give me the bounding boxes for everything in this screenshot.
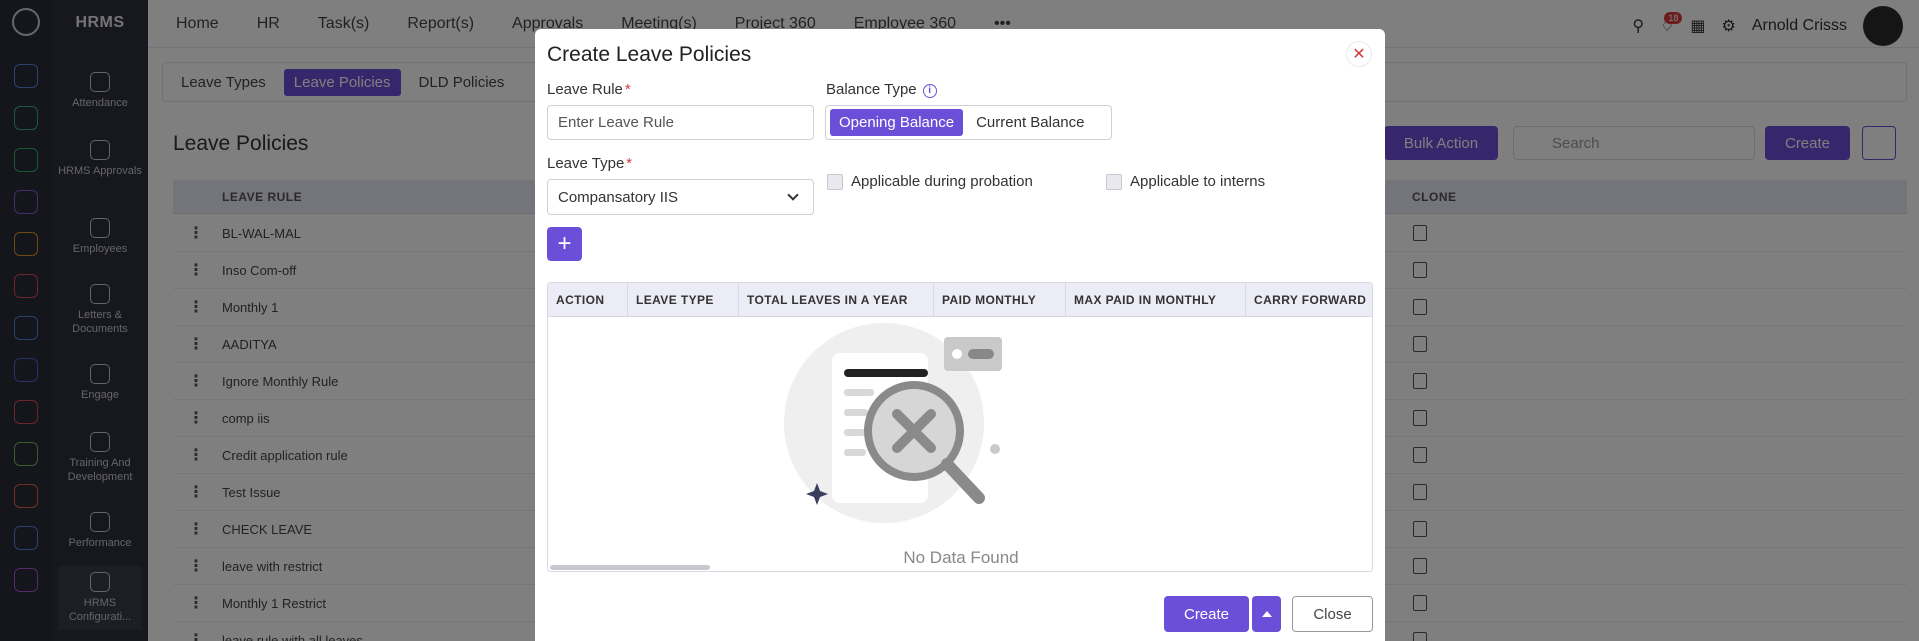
grid-col-carry-forward: CARRY FORWARD: [1254, 293, 1367, 307]
balance-type-label-text: Balance Type: [826, 81, 917, 98]
leave-type-label: Leave Type *: [547, 155, 632, 172]
interns-checkbox[interactable]: [1106, 173, 1122, 190]
balance-type-toggle: Opening Balance Current Balance: [825, 105, 1112, 140]
no-data-illustration-icon: [784, 323, 1002, 523]
leave-rule-label-text: Leave Rule: [547, 81, 623, 98]
leave-type-select[interactable]: Compansatory IIS: [547, 179, 814, 215]
close-button[interactable]: Close: [1292, 596, 1373, 632]
leave-rule-input[interactable]: [547, 105, 814, 140]
interns-checkbox-row[interactable]: Applicable to interns: [1106, 173, 1265, 190]
create-options-button[interactable]: [1252, 596, 1281, 632]
grid-col-max-paid: MAX PAID IN MONTHLY: [1066, 283, 1246, 317]
probation-checkbox[interactable]: [827, 173, 843, 190]
close-icon[interactable]: ✕: [1346, 41, 1372, 67]
policy-rules-grid: ACTION LEAVE TYPE TOTAL LEAVES IN A YEAR…: [547, 282, 1373, 572]
leave-rule-label: Leave Rule *: [547, 81, 631, 98]
interns-checkbox-label: Applicable to interns: [1130, 173, 1266, 190]
caret-up-icon: [1261, 611, 1272, 617]
plus-icon: +: [557, 230, 572, 257]
create-button[interactable]: Create: [1164, 596, 1249, 632]
create-leave-policies-modal: Create Leave Policies ✕ Leave Rule* Bala…: [535, 29, 1385, 641]
grid-col-action: ACTION: [548, 283, 628, 317]
grid-col-leave-type: LEAVE TYPE: [628, 283, 739, 317]
info-icon[interactable]: i: [922, 83, 937, 98]
opening-balance-option[interactable]: Opening Balance: [830, 109, 964, 136]
chevron-down-icon: [787, 189, 799, 201]
grid-header: ACTION LEAVE TYPE TOTAL LEAVES IN A YEAR…: [548, 283, 1372, 317]
grid-col-total-leaves: TOTAL LEAVES IN A YEAR: [739, 283, 934, 317]
probation-checkbox-row[interactable]: Applicable during probation: [827, 173, 1033, 190]
grid-col-paid-monthly: PAID MONTHLY: [934, 283, 1066, 317]
leave-type-selected-value: Compansatory IIS: [558, 188, 679, 206]
required-marker: *: [624, 81, 631, 98]
horizontal-scrollbar[interactable]: [550, 565, 710, 570]
required-marker: *: [626, 155, 633, 172]
balance-type-label: Balance Type i: [826, 81, 937, 98]
current-balance-option[interactable]: Current Balance: [967, 109, 1093, 136]
add-row-button[interactable]: +: [547, 227, 582, 261]
modal-title: Create Leave Policies: [547, 43, 752, 66]
leave-type-label-text: Leave Type: [547, 155, 625, 172]
probation-checkbox-label: Applicable during probation: [851, 173, 1033, 190]
